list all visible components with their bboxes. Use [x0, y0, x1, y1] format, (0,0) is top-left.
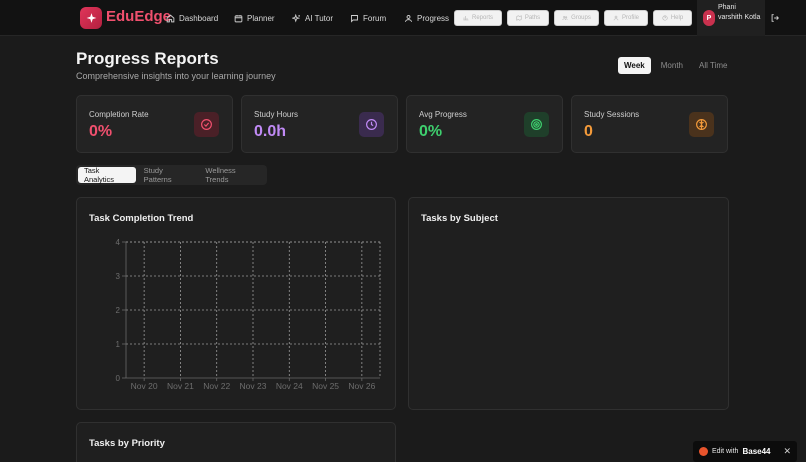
range-all-time-tab[interactable]: All Time	[693, 57, 733, 74]
edit-prefix: Edit with	[712, 448, 739, 455]
nav-progress[interactable]: Progress	[404, 12, 449, 24]
stat-value: 0.0h	[254, 123, 287, 140]
sparkles-icon	[292, 13, 301, 23]
nav-forum[interactable]: Forum	[350, 12, 386, 24]
nav-ai-tutor[interactable]: AI Tutor	[292, 12, 333, 24]
edit-with-badge[interactable]: Edit with Base44 ✕	[693, 441, 797, 462]
range-month-tab[interactable]: Month	[655, 57, 689, 74]
stat-card-study-hours: Study Hours 0.0h	[241, 95, 398, 153]
x-tick-label: Nov 22	[203, 381, 230, 391]
nav-label: Forum	[363, 13, 387, 23]
range-week-tab[interactable]: Week	[618, 57, 651, 74]
pill-label: Reports	[471, 15, 493, 21]
nav-label: Dashboard	[179, 13, 219, 23]
x-tick-label: Nov 21	[167, 381, 194, 391]
chart-icon	[463, 16, 469, 21]
nav-dashboard[interactable]: Dashboard	[166, 12, 218, 24]
tab-wellness-trends[interactable]: Wellness Trends	[199, 166, 265, 184]
y-tick-label: 4	[116, 238, 121, 247]
pill-label: Groups	[571, 15, 591, 21]
panel-title: Tasks by Priority	[89, 438, 165, 449]
tasks-by-priority-panel: Tasks by Priority	[76, 422, 396, 462]
stat-label: Study Hours	[254, 110, 299, 119]
app-name[interactable]: EduEdge	[106, 8, 171, 25]
home-icon	[166, 14, 175, 22]
nav-planner[interactable]: Planner	[234, 12, 275, 24]
stat-card-study-sessions: Study Sessions 0	[571, 95, 728, 153]
task-completion-chart: 0 1 2 3 4 Nov 20 Nov 21 Nov 22 Nov 23 Nov 24 Nov 2…	[116, 238, 381, 391]
y-tick-label: 3	[116, 272, 121, 281]
time-range-tabs: Week Month All Time	[618, 57, 733, 74]
user-name: Phani varshith Kotla	[718, 4, 761, 21]
avatar[interactable]: P	[703, 10, 715, 26]
stat-value: 0	[584, 123, 593, 140]
y-tick-label: 1	[116, 340, 121, 349]
stat-value: 0%	[89, 123, 113, 140]
analytics-tabs: Task Analytics Study Patterns Wellness T…	[76, 165, 267, 185]
nav-groups-button[interactable]: Groups	[554, 10, 599, 26]
brain-icon	[689, 112, 714, 137]
tab-task-analytics[interactable]: Task Analytics	[78, 166, 136, 184]
nav-profile-button[interactable]: Profile	[604, 10, 648, 26]
nav-label: AI Tutor	[305, 13, 334, 23]
target-icon	[524, 112, 549, 137]
nav-label: Progress	[417, 13, 450, 23]
x-tick-label: Nov 20	[131, 381, 158, 391]
stat-card-avg-progress: Avg Progress 0%	[406, 95, 563, 153]
nav-help-button[interactable]: Help	[653, 10, 692, 26]
pill-label: Help	[670, 15, 684, 21]
calendar-icon	[234, 14, 243, 22]
check-circle-icon	[194, 112, 219, 137]
pill-label: Paths	[524, 15, 541, 21]
x-tick-label: Nov 23	[240, 381, 267, 391]
panel-title: Tasks by Subject	[421, 213, 498, 224]
page-subtitle: Comprehensive insights into your learnin…	[76, 71, 276, 81]
help-icon	[662, 15, 668, 21]
tab-study-patterns[interactable]: Study Patterns	[138, 166, 198, 184]
stat-value: 0%	[419, 123, 443, 140]
tasks-by-subject-panel: Tasks by Subject	[408, 197, 729, 410]
user-icon	[613, 15, 619, 21]
stat-label: Study Sessions	[584, 110, 640, 119]
chat-icon	[351, 14, 358, 23]
logo-icon[interactable]	[80, 7, 102, 29]
close-icon[interactable]: ✕	[783, 446, 791, 457]
stat-label: Avg Progress	[419, 110, 467, 119]
y-tick-label: 0	[116, 374, 121, 383]
nav-reports-button[interactable]: Reports	[454, 10, 502, 26]
task-completion-trend-panel: Task Completion Trend 0 1 2 3 4 Nov 20 Nov 21 N…	[76, 197, 396, 410]
x-tick-label: Nov 24	[276, 381, 303, 391]
stat-card-completion-rate: Completion Rate 0%	[76, 95, 233, 153]
page-title: Progress Reports	[76, 49, 219, 68]
stat-label: Completion Rate	[89, 110, 149, 119]
nav-label: Planner	[247, 13, 275, 23]
pill-label: Profile	[621, 15, 639, 21]
map-icon	[516, 15, 522, 21]
edit-brand: Base44	[742, 447, 771, 456]
user-icon	[405, 14, 412, 22]
users-icon	[562, 15, 568, 21]
logout-icon[interactable]	[770, 13, 780, 23]
base44-logo-icon	[699, 447, 708, 456]
x-tick-label: Nov 25	[312, 381, 339, 391]
nav-paths-button[interactable]: Paths	[507, 10, 549, 26]
x-tick-label: Nov 26	[348, 381, 375, 391]
clock-icon	[359, 112, 384, 137]
y-tick-label: 2	[116, 306, 121, 315]
